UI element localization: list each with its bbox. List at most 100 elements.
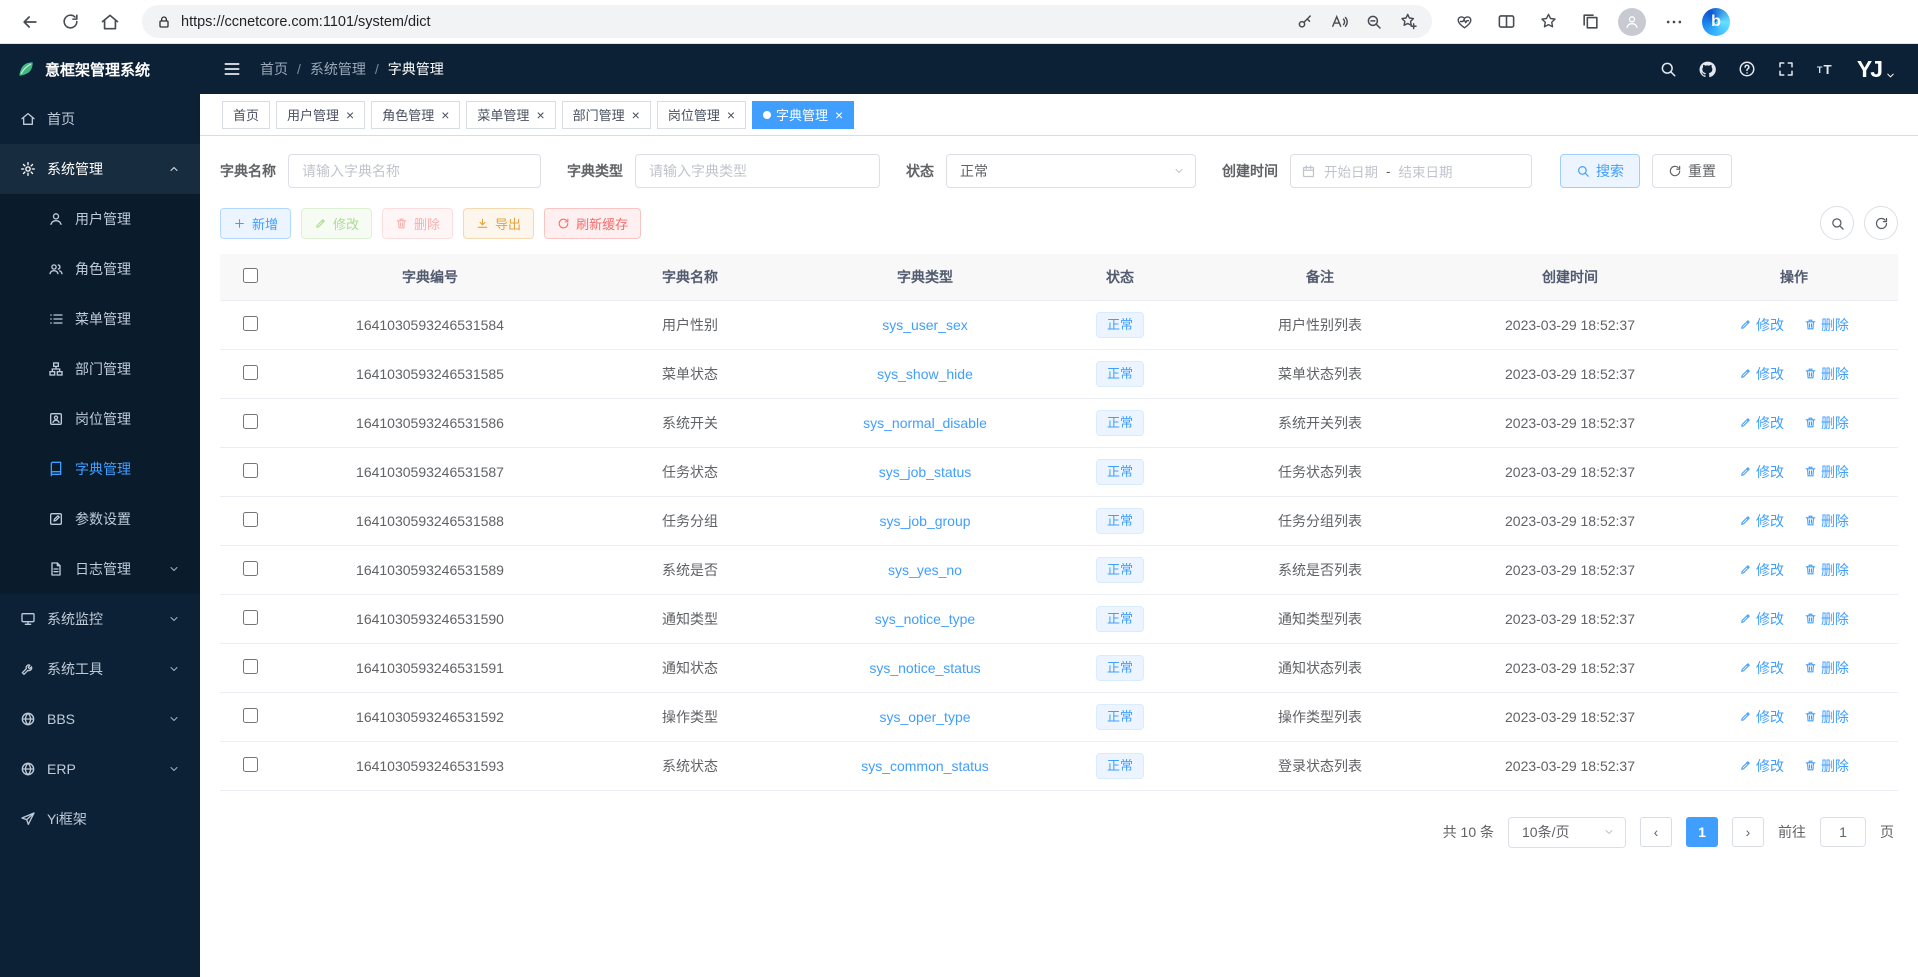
tab-home[interactable]: 首页 — [222, 101, 270, 129]
header-search-button[interactable] — [1659, 60, 1677, 78]
row-edit-link[interactable]: 修改 — [1739, 315, 1784, 335]
refresh-table-button[interactable] — [1864, 206, 1898, 240]
row-delete-link[interactable]: 删除 — [1804, 462, 1849, 482]
export-button[interactable]: 导出 — [463, 208, 534, 239]
refresh-cache-button[interactable]: 刷新缓存 — [544, 208, 641, 239]
app-logo[interactable]: 意框架管理系统 — [0, 44, 200, 94]
row-checkbox[interactable] — [243, 659, 258, 674]
saved-password-icon[interactable] — [1296, 13, 1314, 31]
dict-type-link[interactable]: sys_show_hide — [877, 366, 973, 382]
delete-button[interactable]: 删除 — [382, 208, 453, 239]
date-range-picker[interactable]: 开始日期 - 结束日期 — [1290, 154, 1532, 188]
sidebar-item-dept-manage[interactable]: 部门管理 — [0, 344, 200, 394]
row-checkbox[interactable] — [243, 365, 258, 380]
browser-home-button[interactable] — [92, 5, 128, 39]
add-favorite-icon[interactable] — [1399, 12, 1418, 31]
sidebar-item-yi-framework[interactable]: Yi框架 — [0, 794, 200, 844]
dict-type-link[interactable]: sys_job_status — [879, 464, 972, 480]
collections-button[interactable] — [1572, 5, 1608, 39]
row-checkbox[interactable] — [243, 610, 258, 625]
address-bar[interactable]: https://ccnetcore.com:1101/system/dict — [142, 5, 1432, 38]
reset-button[interactable]: 重置 — [1652, 154, 1732, 188]
dict-type-link[interactable]: sys_user_sex — [882, 317, 968, 333]
browser-essentials-button[interactable] — [1446, 5, 1482, 39]
edit-button[interactable]: 修改 — [301, 208, 372, 239]
sidebar-collapse-button[interactable] — [222, 59, 242, 79]
row-checkbox[interactable] — [243, 561, 258, 576]
tab-close-icon[interactable]: × — [441, 108, 449, 122]
sidebar-item-bbs[interactable]: BBS — [0, 694, 200, 744]
row-edit-link[interactable]: 修改 — [1739, 462, 1784, 482]
copilot-bing-icon[interactable]: b — [1702, 8, 1730, 36]
dict-type-link[interactable]: sys_oper_type — [879, 709, 970, 725]
sidebar-item-system-tools[interactable]: 系统工具 — [0, 644, 200, 694]
sidebar-item-system-manage[interactable]: 系统管理 — [0, 144, 200, 194]
row-edit-link[interactable]: 修改 — [1739, 756, 1784, 776]
browser-back-button[interactable] — [12, 5, 48, 39]
row-delete-link[interactable]: 删除 — [1804, 560, 1849, 580]
browser-settings-menu-button[interactable] — [1656, 5, 1692, 39]
favorites-button[interactable] — [1530, 5, 1566, 39]
row-edit-link[interactable]: 修改 — [1739, 364, 1784, 384]
row-delete-link[interactable]: 删除 — [1804, 315, 1849, 335]
dict-type-link[interactable]: sys_common_status — [861, 758, 989, 774]
dict-type-input[interactable] — [635, 154, 880, 188]
tab-close-icon[interactable]: × — [727, 108, 735, 122]
goto-page-input[interactable] — [1820, 817, 1866, 847]
sidebar-item-user-manage[interactable]: 用户管理 — [0, 194, 200, 244]
font-size-button[interactable] — [1816, 59, 1836, 79]
tab-close-icon[interactable]: × — [835, 108, 843, 122]
help-button[interactable] — [1738, 60, 1756, 78]
status-select[interactable]: 正常 — [946, 154, 1196, 188]
browser-refresh-button[interactable] — [52, 5, 88, 39]
sidebar-item-post-manage[interactable]: 岗位管理 — [0, 394, 200, 444]
tab-dict-manage[interactable]: 字典管理× — [752, 101, 854, 129]
user-avatar-menu[interactable]: YJ — [1857, 58, 1896, 81]
next-page-button[interactable]: › — [1732, 817, 1764, 847]
row-checkbox[interactable] — [243, 414, 258, 429]
dict-type-link[interactable]: sys_job_group — [879, 513, 970, 529]
tab-user-manage[interactable]: 用户管理× — [276, 101, 365, 129]
page-size-select[interactable]: 10条/页 — [1508, 817, 1626, 848]
toggle-search-button[interactable] — [1820, 206, 1854, 240]
row-edit-link[interactable]: 修改 — [1739, 413, 1784, 433]
dict-type-link[interactable]: sys_notice_type — [875, 611, 975, 627]
sidebar-item-system-monitor[interactable]: 系统监控 — [0, 594, 200, 644]
zoom-out-icon[interactable] — [1365, 13, 1383, 31]
tab-close-icon[interactable]: × — [536, 108, 544, 122]
row-delete-link[interactable]: 删除 — [1804, 756, 1849, 776]
row-edit-link[interactable]: 修改 — [1739, 707, 1784, 727]
browser-profile-button[interactable] — [1614, 5, 1650, 39]
row-delete-link[interactable]: 删除 — [1804, 364, 1849, 384]
row-edit-link[interactable]: 修改 — [1739, 511, 1784, 531]
row-delete-link[interactable]: 删除 — [1804, 707, 1849, 727]
row-checkbox[interactable] — [243, 512, 258, 527]
dict-type-link[interactable]: sys_notice_status — [869, 660, 980, 676]
row-edit-link[interactable]: 修改 — [1739, 560, 1784, 580]
sidebar-item-param-settings[interactable]: 参数设置 — [0, 494, 200, 544]
github-button[interactable] — [1698, 60, 1717, 79]
tab-dept-manage[interactable]: 部门管理× — [562, 101, 651, 129]
tab-role-manage[interactable]: 角色管理× — [371, 101, 460, 129]
dict-type-link[interactable]: sys_yes_no — [888, 562, 962, 578]
sidebar-item-role-manage[interactable]: 角色管理 — [0, 244, 200, 294]
sidebar-item-dict-manage[interactable]: 字典管理 — [0, 444, 200, 494]
row-checkbox[interactable] — [243, 316, 258, 331]
row-checkbox[interactable] — [243, 463, 258, 478]
search-button[interactable]: 搜索 — [1560, 154, 1640, 188]
page-1-button[interactable]: 1 — [1686, 817, 1718, 847]
row-checkbox[interactable] — [243, 757, 258, 772]
sidebar-item-erp[interactable]: ERP — [0, 744, 200, 794]
tab-post-manage[interactable]: 岗位管理× — [657, 101, 746, 129]
read-aloud-icon[interactable] — [1330, 12, 1349, 31]
row-delete-link[interactable]: 删除 — [1804, 658, 1849, 678]
tab-menu-manage[interactable]: 菜单管理× — [466, 101, 555, 129]
dict-type-link[interactable]: sys_normal_disable — [863, 415, 987, 431]
tab-close-icon[interactable]: × — [632, 108, 640, 122]
row-edit-link[interactable]: 修改 — [1739, 609, 1784, 629]
breadcrumb-system-manage[interactable]: 系统管理 — [310, 59, 366, 79]
dict-name-input[interactable] — [288, 154, 541, 188]
select-all-checkbox[interactable] — [243, 268, 258, 283]
row-delete-link[interactable]: 删除 — [1804, 511, 1849, 531]
row-checkbox[interactable] — [243, 708, 258, 723]
